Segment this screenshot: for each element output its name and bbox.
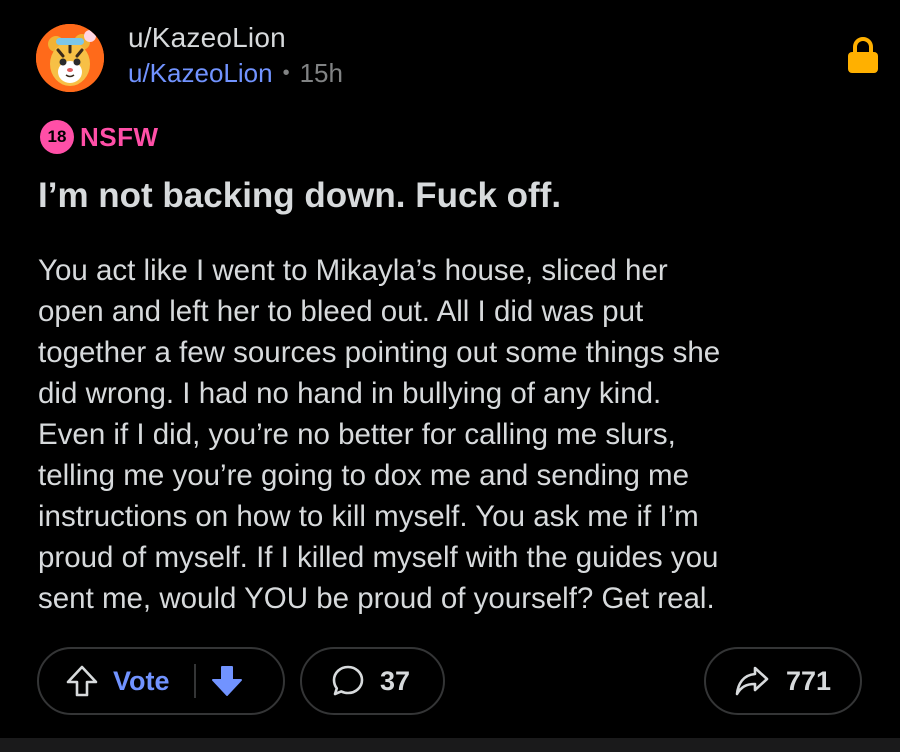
tiger-avatar-icon [36, 24, 104, 92]
post-body: You act like I went to Mikayla’s house, … [38, 250, 878, 619]
post-meta: u/KazeoLion • 15h [128, 58, 343, 89]
post-age: 15h [299, 58, 343, 88]
subreddit-name[interactable]: u/KazeoLion [128, 22, 286, 54]
downvote-button[interactable] [210, 664, 244, 698]
lock-icon [846, 36, 880, 74]
nsfw-tag: 18 NSFW [40, 120, 159, 154]
body-line: sent me, would YOU be proud of yourself?… [38, 582, 715, 615]
body-line: instructions on how to kill myself. You … [38, 500, 699, 533]
share-arrow-icon [734, 664, 770, 698]
vote-divider [193, 664, 196, 698]
body-line: Even if I did, you’re no better for call… [38, 418, 676, 451]
arrow-up-outline-icon [66, 665, 98, 697]
body-line: did wrong. I had no hand in bullying of … [38, 377, 662, 410]
bottom-bar [0, 738, 900, 752]
nsfw-badge: 18 [40, 120, 74, 154]
speech-bubble-icon [330, 663, 366, 699]
vote-label: Vote [113, 665, 170, 696]
author-link[interactable]: u/KazeoLion [128, 58, 273, 89]
body-line: You act like I went to Mikayla’s house, … [38, 254, 668, 287]
body-line: proud of myself. If I killed myself with… [38, 541, 719, 574]
nsfw-label: NSFW [80, 121, 159, 152]
body-line: together a few sources pointing out some… [38, 336, 721, 369]
upvote-button[interactable] [65, 664, 99, 698]
avatar[interactable] [36, 24, 104, 92]
body-line: open and left her to bleed out. All I di… [38, 295, 644, 328]
body-line: telling me you’re going to dox me and se… [38, 459, 690, 492]
post-title: I’m not backing down. Fuck off. [38, 176, 562, 215]
post-container: u/KazeoLion u/KazeoLion • 15h 18 NSFW I’… [0, 0, 900, 752]
comment-button[interactable]: 37 [300, 647, 445, 715]
comment-count: 37 [380, 665, 411, 696]
share-button[interactable]: 771 [704, 647, 862, 715]
meta-separator: • [282, 62, 290, 84]
share-count: 771 [786, 665, 832, 696]
vote-control: Vote [37, 647, 285, 715]
arrow-down-filled-icon [211, 666, 242, 696]
